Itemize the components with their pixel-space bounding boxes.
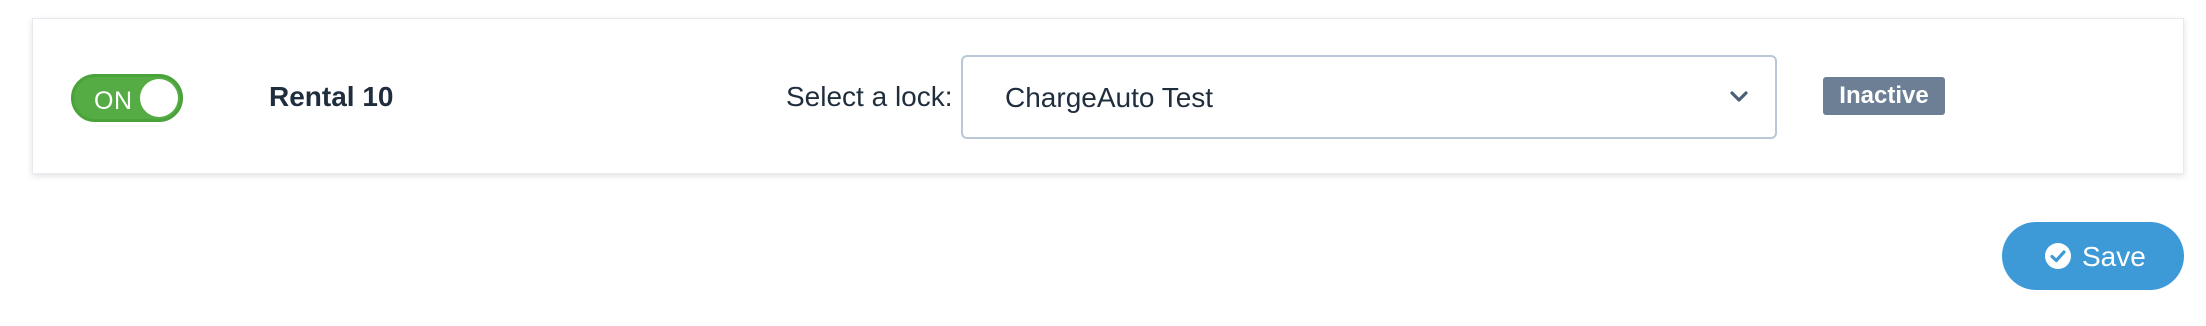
lock-select[interactable]: ChargeAuto Test [961, 55, 1777, 139]
toggle-knob [140, 79, 178, 117]
check-circle-icon [2045, 243, 2071, 269]
rental-lock-row: ON Rental 10 Select a lock: ChargeAuto T… [32, 18, 2184, 174]
lock-select-value: ChargeAuto Test [1005, 82, 1214, 113]
status-badge: Inactive [1823, 77, 1945, 115]
page: ON Rental 10 Select a lock: ChargeAuto T… [0, 0, 2206, 326]
rental-name: Rental 10 [269, 81, 394, 112]
rental-active-toggle[interactable]: ON [71, 74, 183, 122]
lock-select-label: Select a lock: [786, 81, 953, 112]
toggle-label: ON [94, 87, 133, 115]
chevron-down-icon [1730, 91, 1748, 102]
save-button[interactable]: Save [2002, 222, 2184, 290]
save-button-label: Save [2082, 241, 2146, 272]
